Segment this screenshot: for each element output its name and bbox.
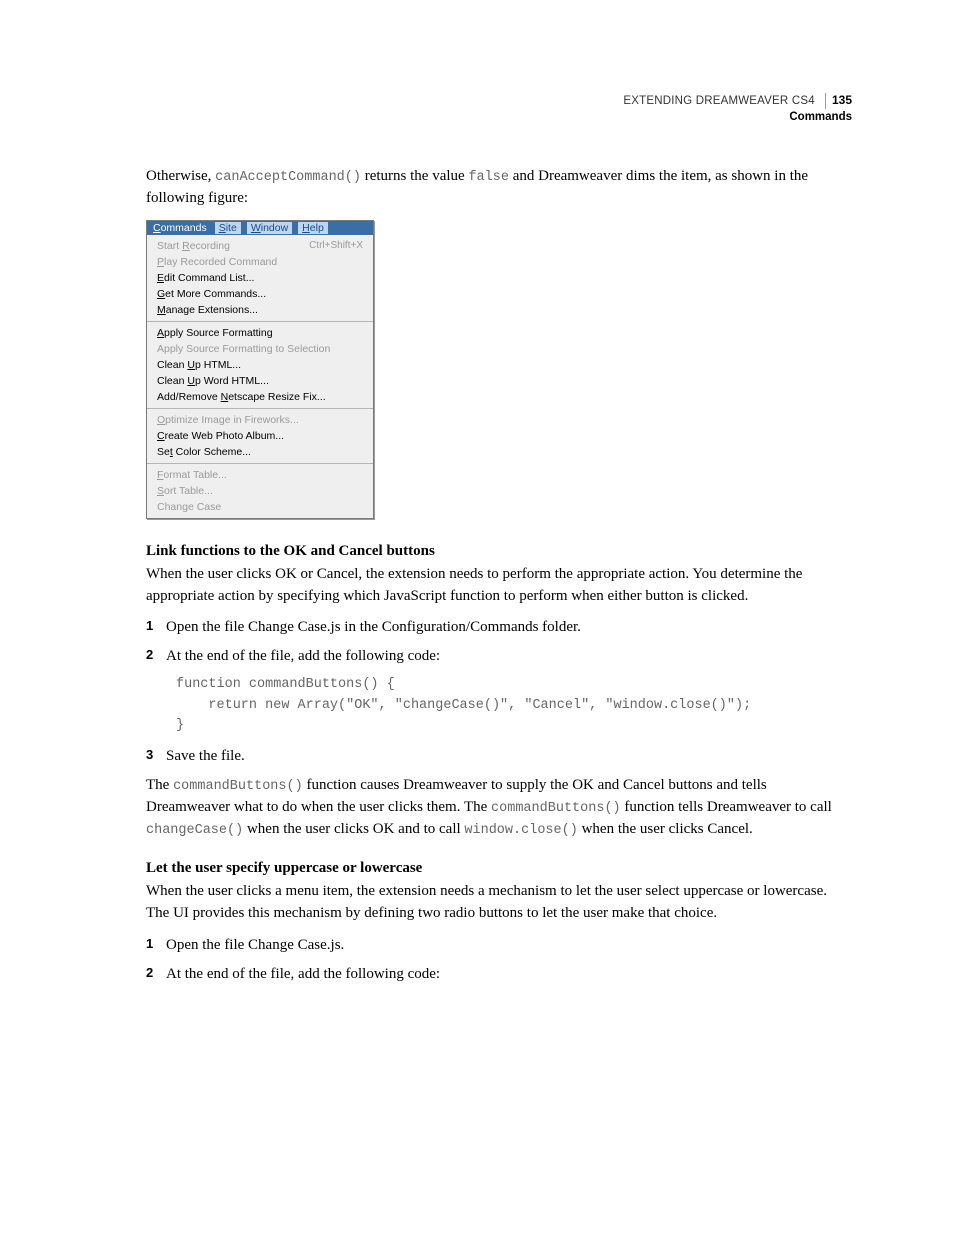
menu-item-label: Create Web Photo Album...: [157, 430, 284, 442]
menu-bar-commands: Commands: [151, 222, 209, 234]
code-cmdbtn2: commandButtons(): [491, 801, 621, 816]
page-number: 135: [825, 93, 852, 109]
step-2: At the end of the file, add the followin…: [146, 646, 852, 667]
menu-item-label: Set Color Scheme...: [157, 446, 251, 458]
menu-separator: [147, 321, 373, 322]
step-3: Save the file.: [146, 746, 852, 767]
para-command-buttons: The commandButtons() function causes Dre…: [146, 775, 852, 840]
menu-item-label: Start Recording: [157, 240, 230, 252]
menu-item-label: Optimize Image in Fireworks...: [157, 414, 299, 426]
header-title: EXTENDING DREAMWEAVER CS4: [623, 95, 814, 107]
menu-separator: [147, 408, 373, 409]
section1-heading: Link functions to the OK and Cancel butt…: [146, 543, 852, 560]
menu-bar-window: Window: [247, 222, 292, 234]
section2-steps: Open the file Change Case.js. At the end…: [146, 935, 852, 985]
menu-item: Play Recorded Command: [147, 254, 373, 270]
code-cmdbtn1: commandButtons(): [173, 779, 303, 794]
menu-item-label: Play Recorded Command: [157, 256, 277, 268]
menu-item-label: Get More Commands...: [157, 288, 266, 300]
step-1: Open the file Change Case.js in the Conf…: [146, 617, 852, 638]
menu-bar-help: Help: [298, 222, 328, 234]
menu-item-label: Add/Remove Netscape Resize Fix...: [157, 391, 326, 403]
menu-bar: Commands Site Window Help: [147, 221, 373, 235]
header-section: Commands: [146, 110, 852, 125]
menu-item: Create Web Photo Album...: [147, 428, 373, 444]
menu-item: Clean Up HTML...: [147, 357, 373, 373]
menu-item-label: Apply Source Formatting to Selection: [157, 343, 330, 355]
section2-para: When the user clicks a menu item, the ex…: [146, 881, 852, 925]
menu-item-label: Sort Table...: [157, 485, 213, 497]
menu-bar-site: Site: [215, 222, 241, 234]
menu-item-label: Clean Up Word HTML...: [157, 375, 269, 387]
menu-item: Clean Up Word HTML...: [147, 373, 373, 389]
menu-item: Manage Extensions...: [147, 302, 373, 318]
menu-item: Get More Commands...: [147, 286, 373, 302]
menu-separator: [147, 463, 373, 464]
menu-dropdown: Start Recording Ctrl+Shift+X Play Recorded…: [147, 235, 373, 518]
menu-shortcut: Ctrl+Shift+X: [309, 240, 363, 251]
menu-item: Sort Table...: [147, 483, 373, 499]
menu-item: Add/Remove Netscape Resize Fix...: [147, 389, 373, 405]
menu-item: Edit Command List...: [147, 270, 373, 286]
code-block-command-buttons: function commandButtons() { return new A…: [176, 675, 852, 736]
menu-item: Apply Source Formatting: [147, 325, 373, 341]
code-changecase: changeCase(): [146, 823, 243, 838]
section2-heading: Let the user specify uppercase or lowerc…: [146, 860, 852, 877]
s2-step-1: Open the file Change Case.js.: [146, 935, 852, 956]
s2-step-2: At the end of the file, add the followin…: [146, 964, 852, 985]
menu-item: Set Color Scheme...: [147, 444, 373, 460]
menu-item-label: Manage Extensions...: [157, 304, 258, 316]
menu-item: Format Table...: [147, 467, 373, 483]
menu-item: Optimize Image in Fireworks...: [147, 412, 373, 428]
menu-item-label: Edit Command List...: [157, 272, 254, 284]
code-false: false: [468, 170, 509, 185]
section1-steps-cont: Save the file.: [146, 746, 852, 767]
menu-item-label: Change Case: [157, 501, 221, 513]
code-windowclose: window.close(): [464, 823, 577, 838]
code-can-accept: canAcceptCommand(): [215, 170, 361, 185]
menu-item: Change Case: [147, 499, 373, 515]
menu-item-label: Format Table...: [157, 469, 227, 481]
menu-item-label: Apply Source Formatting: [157, 327, 273, 339]
commands-menu-figure: Commands Site Window Help Start Recordin…: [146, 220, 374, 519]
section1-steps: Open the file Change Case.js in the Conf…: [146, 617, 852, 667]
menu-item-label: Clean Up HTML...: [157, 359, 241, 371]
menu-item: Apply Source Formatting to Selection: [147, 341, 373, 357]
menu-item: Start Recording Ctrl+Shift+X: [147, 238, 373, 254]
intro-paragraph: Otherwise, canAcceptCommand() returns th…: [146, 166, 852, 210]
page-header: EXTENDING DREAMWEAVER CS4 135 Commands: [146, 90, 852, 124]
section1-para: When the user clicks OK or Cancel, the e…: [146, 564, 852, 608]
